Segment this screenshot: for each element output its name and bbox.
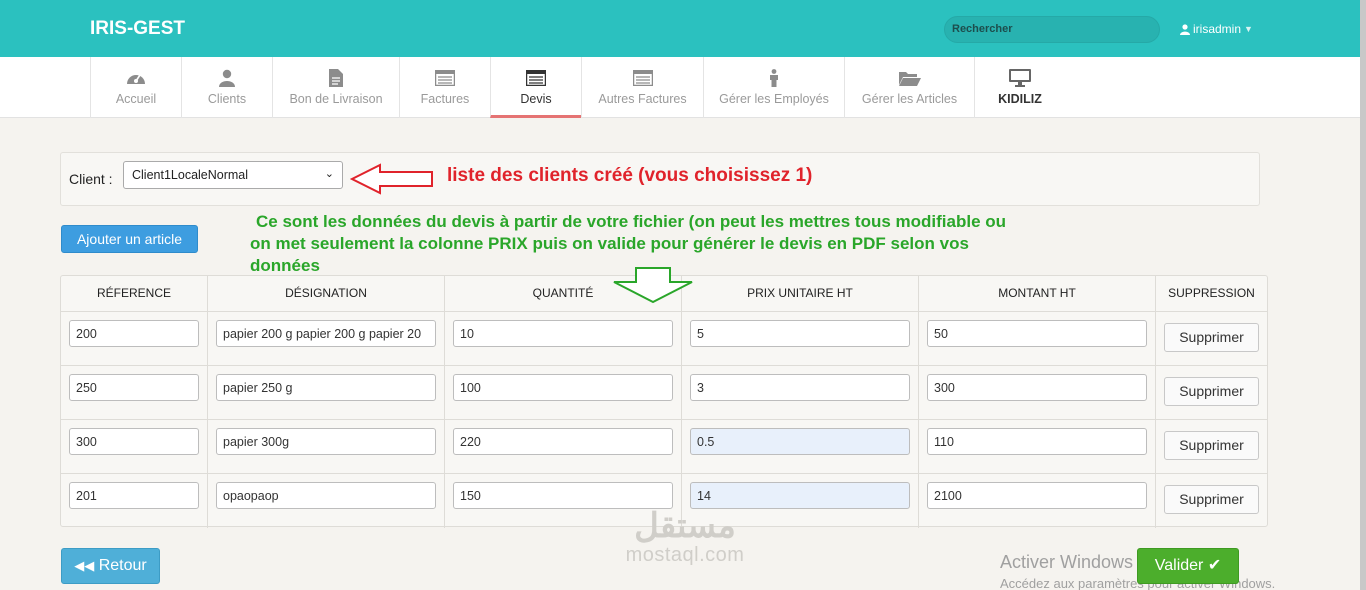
delete-row-button[interactable]: Supprimer [1164, 431, 1259, 460]
validate-button-label: Valider [1154, 557, 1204, 574]
unit-price-input[interactable]: 5 [690, 320, 910, 347]
devis-table: Réference Désignation Quantité Prix unit… [60, 275, 1268, 528]
tab-label: Accueil [115, 92, 157, 106]
amount-input[interactable]: 2100 [927, 482, 1147, 509]
annotation-line: Ce sont les données du devis à partir de… [256, 212, 1007, 231]
chevron-down-icon: ⌄ [324, 168, 334, 180]
client-select[interactable]: Client1LocaleNormal ⌄ [123, 161, 343, 189]
scrollbar[interactable] [1360, 0, 1366, 590]
column-header: Montant HT [919, 276, 1156, 311]
file-icon [329, 68, 343, 88]
column-header: Désignation [208, 276, 445, 311]
reference-input[interactable]: 300 [69, 428, 199, 455]
delete-row-button[interactable]: Supprimer [1164, 485, 1259, 514]
tab-factures[interactable]: Factures [399, 57, 490, 118]
tab-bon-de-livraison[interactable]: Bon de Livraison [272, 57, 399, 118]
tab-label: Gérer les Employés [719, 92, 829, 106]
tab-autres-factures[interactable]: Autres Factures [581, 57, 703, 118]
tab-kidiliz[interactable]: KIDILIZ [974, 57, 1065, 118]
column-header: Suppression [1168, 286, 1255, 300]
monitor-icon [1009, 68, 1031, 88]
tab-clients[interactable]: Clients [181, 57, 272, 118]
tab-label: Gérer les Articles [861, 92, 958, 106]
quantity-input[interactable]: 100 [453, 374, 673, 401]
watermark-latin: mostaql.com [625, 544, 745, 566]
add-article-button[interactable]: Ajouter un article [61, 225, 198, 253]
table-row: 200 papier 200 g papier 200 g papier 20 … [61, 311, 1267, 366]
user-icon [219, 68, 235, 88]
quantity-input[interactable]: 220 [453, 428, 673, 455]
reference-input[interactable]: 200 [69, 320, 199, 347]
user-name: irisadmin [1193, 22, 1242, 36]
amount-input[interactable]: 300 [927, 374, 1147, 401]
quantity-input[interactable]: 150 [453, 482, 673, 509]
red-arrow-annotation [350, 163, 433, 195]
unit-price-input[interactable]: 14 [690, 482, 910, 509]
tab-label: Factures [420, 92, 470, 106]
annotation-client-list: liste des clients créé (vous choisissez … [447, 165, 813, 186]
list-icon [435, 68, 455, 88]
person-icon [769, 68, 779, 88]
designation-input[interactable]: papier 250 g [216, 374, 436, 401]
tab-label: Bon de Livraison [289, 92, 383, 106]
column-header: Réference [61, 276, 208, 311]
tab-label: Clients [207, 92, 247, 106]
list-icon [632, 68, 653, 88]
tab-devis[interactable]: Devis [490, 57, 581, 118]
backward-icon: ◀◀ [74, 558, 95, 573]
tab-accueil[interactable]: Accueil [90, 57, 181, 118]
tab-label: Autres Factures [598, 92, 687, 106]
watermark-arabic: مستقل [634, 507, 736, 545]
amount-input[interactable]: 110 [927, 428, 1147, 455]
annotation-line: données [250, 256, 320, 275]
designation-input[interactable]: papier 200 g papier 200 g papier 20 [216, 320, 436, 347]
search-input[interactable]: Rechercher [944, 16, 1160, 43]
validate-button[interactable]: Valider ✔ [1137, 548, 1239, 584]
tab-label: KIDILIZ [998, 92, 1042, 106]
annotation-line: on met seulement la colonne PRIX puis on… [250, 234, 969, 253]
table-row: 250 papier 250 g 100 3 300 Supprimer [61, 365, 1267, 420]
tab-label: Devis [520, 92, 552, 106]
back-button-label: Retour [98, 557, 147, 574]
tab-gerer-employes[interactable]: Gérer les Employés [703, 57, 844, 118]
delete-row-button[interactable]: Supprimer [1164, 377, 1259, 406]
client-select-value: Client1LocaleNormal [132, 168, 249, 182]
top-navbar: IRIS-GEST Rechercher irisadmin ▼ [0, 0, 1360, 57]
folder-icon [898, 68, 921, 88]
main-tabs: Accueil Clients Bon de Livraison Facture… [0, 57, 1360, 118]
dashboard-icon [125, 68, 147, 88]
list-icon [526, 68, 546, 88]
app-title[interactable]: IRIS-GEST [90, 18, 185, 40]
green-arrow-annotation [613, 267, 693, 304]
reference-input[interactable]: 201 [69, 482, 199, 509]
unit-price-input[interactable]: 0.5 [690, 428, 910, 455]
user-icon [1180, 23, 1190, 35]
check-icon: ✔ [1207, 557, 1222, 574]
designation-input[interactable]: opaopaop [216, 482, 436, 509]
delete-row-button[interactable]: Supprimer [1164, 323, 1259, 352]
user-menu[interactable]: irisadmin ▼ [1180, 22, 1253, 36]
mostaql-watermark: مستقل mostaql.com [600, 508, 770, 567]
chevron-down-icon: ▼ [1244, 24, 1253, 34]
reference-input[interactable]: 250 [69, 374, 199, 401]
unit-price-input[interactable]: 3 [690, 374, 910, 401]
tab-gerer-articles[interactable]: Gérer les Articles [844, 57, 974, 118]
amount-input[interactable]: 50 [927, 320, 1147, 347]
table-row: 300 papier 300g 220 0.5 110 Supprimer [61, 419, 1267, 474]
quantity-input[interactable]: 10 [453, 320, 673, 347]
designation-input[interactable]: papier 300g [216, 428, 436, 455]
back-button[interactable]: ◀◀ Retour [61, 548, 160, 584]
annotation-devis-data: Ce sont les données du devis à partir de… [250, 211, 1190, 277]
client-label: Client : [69, 171, 113, 187]
column-header: Prix unitaire HT [682, 276, 919, 311]
windows-activation-title: Activer Windows [1000, 552, 1134, 572]
